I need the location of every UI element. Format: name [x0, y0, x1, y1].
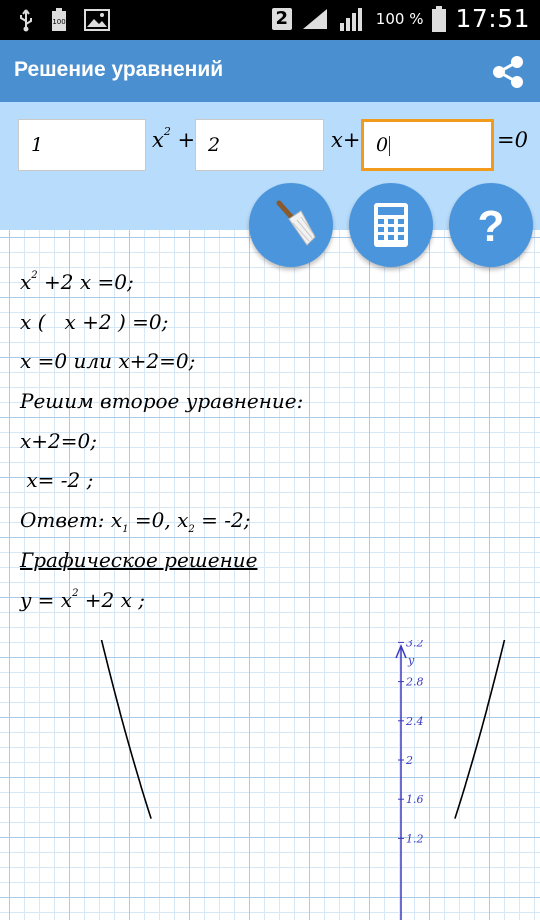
function-exp: 2	[72, 588, 79, 600]
function-line: y = x2 +2 x ;	[20, 588, 145, 612]
coefficient-a-input[interactable]: 1	[18, 119, 146, 171]
status-bar: 100 2 100 % 17:51	[0, 0, 540, 40]
help-button[interactable]: ?	[449, 183, 533, 267]
calculator-icon	[374, 203, 408, 247]
y-tick-label: 2.4	[405, 715, 424, 728]
function-suffix: +2 x ;	[78, 588, 146, 612]
battery-small-icon: 100	[52, 8, 66, 31]
x-label: x+	[331, 128, 361, 152]
help-label: ?	[478, 202, 505, 251]
x-squared-label: x2 +	[152, 125, 196, 152]
calculator-button[interactable]	[349, 183, 433, 267]
function-graph: y 3.2 2.8 2.4 2 1.6 1.2	[100, 640, 506, 920]
signal-icon	[339, 7, 362, 31]
y-axis-label: y	[407, 654, 415, 667]
y-tick-label: 2	[405, 754, 413, 767]
line1-rest: +2 x =0;	[37, 270, 134, 294]
y-tick-label: 2.8	[405, 676, 424, 689]
equals-zero-label: =0	[497, 128, 528, 152]
battery-percent: 100 %	[375, 9, 424, 28]
x-squared-exponent: 2	[163, 125, 171, 138]
line1-var: x	[20, 270, 32, 294]
usb-icon	[20, 9, 32, 32]
function-prefix: y = x	[20, 588, 73, 612]
solution-line-2: x ( x +2 ) =0;	[20, 310, 169, 334]
solution-area: x2 +2 x =0; x ( x +2 ) =0; x =0 или x+2=…	[0, 230, 540, 920]
share-icon[interactable]	[488, 52, 528, 92]
y-tick-label: 1.6	[406, 793, 424, 806]
sim-icon: 2	[271, 7, 292, 30]
solution-line-4: Решим второе уравнение:	[20, 389, 304, 413]
plus-sign: +	[177, 128, 196, 152]
answer-prefix: Ответ: x	[20, 508, 123, 532]
line1-exp: 2	[31, 270, 38, 282]
clock: 17:51	[455, 4, 530, 33]
app-bar: Решение уравнений	[0, 40, 540, 102]
solution-line-5: x+2=0;	[20, 429, 97, 453]
question-icon: ?	[478, 202, 505, 251]
y-tick-label: 3.2	[406, 640, 424, 649]
wifi-icon	[302, 8, 327, 29]
text-caret	[389, 136, 391, 156]
battery-icon	[432, 5, 447, 32]
curve-left-branch	[100, 640, 152, 819]
curve-right-branch	[454, 640, 506, 819]
app-title: Решение уравнений	[14, 58, 224, 81]
broom-icon	[276, 200, 316, 246]
graph-heading: Графическое решение	[20, 548, 258, 572]
clear-button[interactable]	[249, 183, 333, 267]
image-icon	[84, 9, 110, 31]
y-tick-label: 1.2	[406, 832, 424, 845]
solution-line-1: x2 +2 x =0;	[20, 270, 134, 294]
coefficient-c-value: 0	[376, 134, 389, 156]
answer-line: Ответ: x1 =0, x2 = -2;	[20, 508, 250, 535]
answer-mid: =0, x	[128, 508, 189, 532]
x-squared-var: x	[152, 128, 164, 152]
solution-line-3: x =0 или x+2=0;	[20, 349, 196, 373]
answer-suffix: = -2;	[194, 508, 251, 532]
coefficient-b-input[interactable]: 2	[195, 119, 324, 171]
solution-line-6: x= -2 ;	[20, 468, 94, 492]
coefficient-c-input[interactable]: 0	[361, 119, 494, 171]
battery-small-level: 100	[52, 18, 65, 26]
